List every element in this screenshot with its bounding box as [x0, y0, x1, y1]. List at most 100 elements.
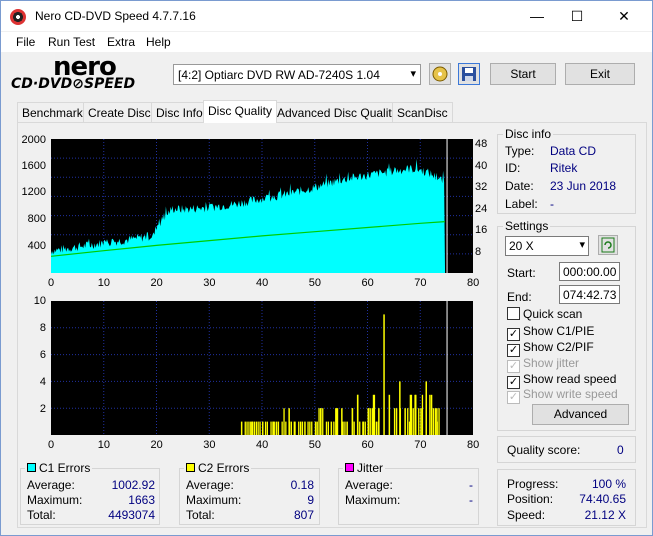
- advanced-button[interactable]: Advanced: [532, 404, 629, 425]
- menu-run-test[interactable]: Run Test: [48, 35, 95, 49]
- c1-chart: [51, 139, 473, 273]
- c2-bar: [341, 408, 343, 435]
- c1-x-tick-label: 30: [203, 277, 216, 289]
- c2-bar: [248, 421, 250, 435]
- c1-y2-tick-label: 16: [475, 224, 488, 236]
- c2-bar: [356, 394, 359, 435]
- c2-bar: [407, 408, 409, 435]
- c2-bar: [277, 421, 280, 435]
- progress-label: Progress:: [507, 477, 559, 491]
- c2-bar: [425, 381, 427, 435]
- c2-errors-title: C2 Errors: [184, 461, 252, 475]
- menu-help[interactable]: Help: [146, 35, 171, 49]
- c2-bar: [240, 421, 243, 435]
- c1-total-label: Total:: [27, 508, 56, 522]
- c2-total-label: Total:: [186, 508, 215, 522]
- settings-title: Settings: [503, 219, 551, 233]
- date-label: Date:: [505, 179, 534, 193]
- c2-total-value: 807: [293, 508, 314, 522]
- maximize-button[interactable]: ☐: [554, 1, 600, 31]
- c2-bar: [327, 421, 329, 435]
- c1-x-tick-label: 70: [414, 277, 427, 289]
- id-value: Ritek: [550, 161, 578, 175]
- c2-bar: [298, 421, 300, 435]
- c1-y2-tick-label: 48: [475, 138, 488, 150]
- tab-advanced-disc-quality[interactable]: Advanced Disc Quality: [272, 102, 403, 122]
- c1-y2-tick-label: 32: [475, 181, 488, 193]
- show-read-speed-label: Show read speed: [523, 372, 617, 386]
- exit-button[interactable]: Exit: [565, 63, 635, 85]
- tab-create-disc[interactable]: Create Disc: [83, 102, 156, 122]
- menu-extra[interactable]: Extra: [107, 35, 135, 49]
- c2-bar: [300, 421, 302, 435]
- drive-select[interactable]: [4:2] Optiarc DVD RW AD-7240S 1.04 ▾: [173, 64, 421, 85]
- speed-value: 21.12 X: [584, 508, 626, 522]
- refresh-speed-button[interactable]: [598, 235, 618, 255]
- c2-y-tick-label: 4: [39, 376, 46, 388]
- start-button[interactable]: Start: [490, 63, 556, 85]
- close-button[interactable]: ✕: [601, 1, 647, 31]
- c1-y-tick-label: 800: [27, 213, 46, 225]
- end-field[interactable]: 074:42.73: [559, 285, 620, 304]
- c1-series-area: [51, 159, 446, 273]
- c1-x-tick-label: 0: [48, 277, 55, 289]
- c2-y-tick-label: 2: [39, 403, 46, 415]
- c2-bar: [259, 421, 261, 435]
- speed-select[interactable]: 20 X ▾: [505, 236, 589, 256]
- tab-disc-info[interactable]: Disc Info: [151, 102, 208, 122]
- type-value: Data CD: [550, 144, 597, 158]
- c1-average-value: 1002.92: [111, 478, 155, 492]
- end-label: End:: [507, 290, 532, 304]
- c2-bar: [346, 421, 348, 435]
- c2-bar: [246, 421, 248, 435]
- c2-bar: [367, 408, 369, 435]
- show-c1-checkbox[interactable]: ✓ Show C1/PIE: [507, 324, 594, 341]
- type-label: Type:: [505, 144, 535, 158]
- quick-scan-checkbox[interactable]: Quick scan: [507, 307, 582, 321]
- c2-bar: [399, 381, 401, 435]
- c2-bar: [311, 421, 313, 435]
- c2-bar: [250, 421, 252, 435]
- c2-x-tick-label: 40: [256, 439, 269, 451]
- c1-x-tick-label: 10: [97, 277, 110, 289]
- quality-score-value: 0: [617, 443, 624, 457]
- c2-bar: [388, 394, 391, 435]
- nero-logo: nero CD·DVD⊘SPEED: [11, 52, 136, 92]
- c2-bar: [253, 421, 256, 435]
- show-write-speed-label: Show write speed: [523, 387, 618, 401]
- c1-maximum-value: 1663: [128, 493, 155, 507]
- c2-bar: [353, 421, 355, 435]
- tab-disc-quality[interactable]: Disc Quality: [203, 100, 278, 123]
- c2-bar: [418, 408, 420, 435]
- c2-bar: [364, 421, 366, 435]
- c2-bar: [293, 421, 296, 435]
- c2-x-tick-label: 60: [361, 439, 374, 451]
- c2-bar: [404, 408, 406, 435]
- c2-x-tick-label: 80: [467, 439, 480, 451]
- c2-bar: [318, 408, 320, 435]
- c2-bar: [333, 421, 335, 435]
- start-field[interactable]: 000:00.00: [559, 262, 620, 281]
- c2-bar: [325, 421, 328, 435]
- c1-x-tick-label: 60: [361, 277, 374, 289]
- c2-x-tick-label: 10: [97, 439, 110, 451]
- show-c1-label: Show C1/PIE: [523, 324, 595, 338]
- c1-y2-tick-label: 24: [475, 203, 488, 215]
- menu-file[interactable]: File: [16, 35, 35, 49]
- id-label: ID:: [505, 161, 521, 175]
- quality-score-label: Quality score:: [507, 443, 581, 457]
- checkmark-icon: ✓: [507, 391, 520, 404]
- eject-button[interactable]: [429, 63, 451, 85]
- c2-bar: [307, 421, 309, 435]
- show-write-speed-checkbox: ✓ Show write speed: [507, 387, 618, 404]
- show-c2-checkbox[interactable]: ✓ Show C2/PIF: [507, 340, 594, 357]
- c2-bar: [393, 408, 396, 435]
- c1-y2-tick-label: 8: [475, 246, 482, 258]
- title-bar: Nero CD-DVD Speed 4.7.7.16 — ☐ ✕: [1, 1, 652, 31]
- save-button[interactable]: [458, 63, 480, 85]
- c1-x-tick-label: 80: [467, 277, 480, 289]
- c2-bar: [281, 421, 283, 435]
- jitter-maximum-value: -: [469, 493, 473, 507]
- tab-scandisc[interactable]: ScanDisc: [392, 102, 453, 122]
- tab-benchmark[interactable]: Benchmark: [17, 102, 88, 122]
